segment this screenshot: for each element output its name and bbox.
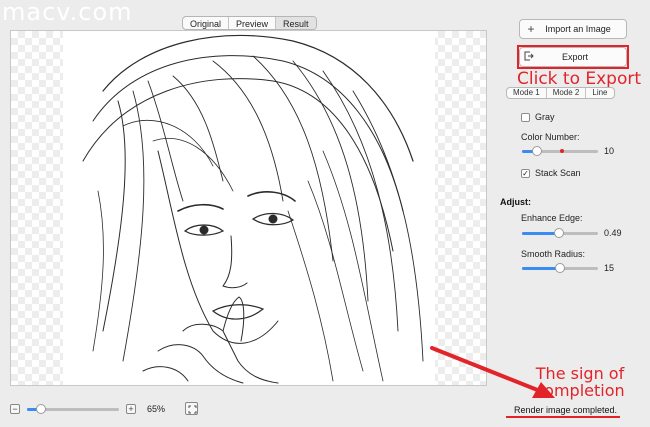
zoom-slider[interactable] [27,404,119,414]
tab-result[interactable]: Result [276,17,316,29]
zoom-value: 65% [147,404,166,414]
view-tabs: Original Preview Result [182,16,317,30]
import-label: Import an Image [545,24,611,34]
portrait-sketch [82,34,424,384]
gray-checkbox[interactable]: Gray [521,112,555,122]
stack-scan-checkbox[interactable]: ✓ Stack Scan [521,168,581,178]
enhance-edge-knob[interactable] [554,228,564,238]
smooth-radius-knob[interactable] [555,263,565,273]
line-mode-tab[interactable]: Line [586,88,613,98]
mode-1-tab[interactable]: Mode 1 [507,88,547,98]
plus-icon: + [527,22,535,36]
export-highlight-box [517,45,629,69]
color-number-label: Color Number: [521,132,580,142]
mode-segmented-control: Mode 1 Mode 2 Line [506,87,615,99]
enhance-edge-slider[interactable] [522,228,598,238]
adjust-heading: Adjust: [500,197,531,207]
stack-scan-checkbox-box[interactable]: ✓ [521,168,530,178]
stack-scan-label: Stack Scan [535,168,581,178]
sketch-image [63,31,435,385]
zoom-in-button[interactable]: + [126,404,136,414]
color-number-marker [560,149,564,153]
completion-annotation: The sign of completion [535,364,625,400]
color-number-value: 10 [604,146,615,156]
tab-original[interactable]: Original [183,17,230,29]
gray-label: Gray [535,112,555,122]
expand-icon [188,405,197,414]
smooth-radius-value: 15 [604,263,615,273]
gray-checkbox-box[interactable] [521,112,530,122]
click-to-export-annotation: Click to Export [517,69,642,89]
enhance-edge-value: 0.49 [604,228,622,238]
image-canvas[interactable] [10,30,487,386]
fullscreen-icon[interactable] [185,402,198,415]
enhance-edge-label: Enhance Edge: [521,213,583,223]
app-window: macv.com Original Preview Result − + 65%… [0,0,650,427]
import-image-button[interactable]: + Import an Image [519,19,627,39]
zoom-slider-knob[interactable] [35,404,46,414]
watermark: macv.com [2,0,133,26]
color-number-knob[interactable] [532,146,542,156]
zoom-out-button[interactable]: − [10,404,20,414]
smooth-radius-label: Smooth Radius: [521,249,586,259]
color-number-slider[interactable] [522,146,598,156]
smooth-radius-slider[interactable] [522,263,598,273]
tab-preview[interactable]: Preview [229,17,277,29]
mode-2-tab[interactable]: Mode 2 [547,88,587,98]
